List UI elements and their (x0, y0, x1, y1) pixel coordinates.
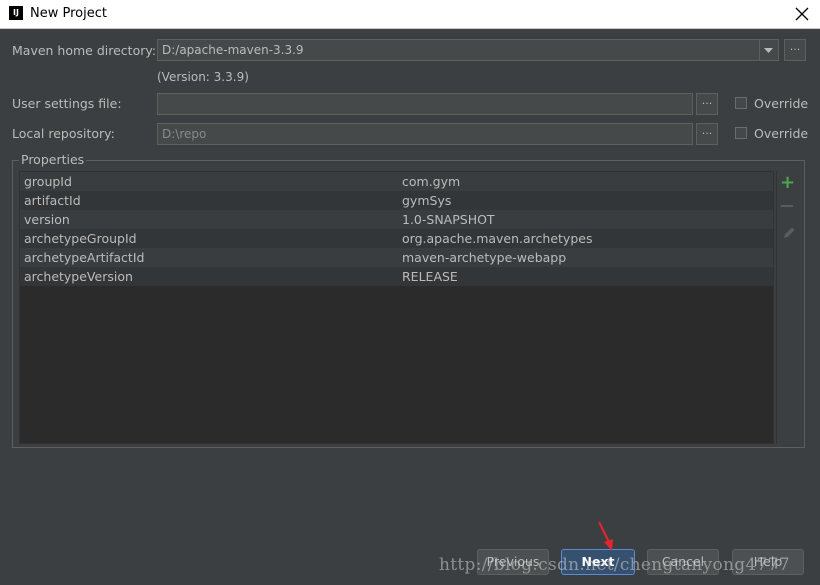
maven-home-browse-button[interactable]: ... (784, 39, 806, 61)
table-row[interactable]: archetypeGroupId org.apache.maven.archet… (20, 229, 773, 248)
local-repository-override-label: Override (754, 126, 809, 141)
user-settings-override-label: Override (754, 96, 809, 111)
local-repository-field[interactable]: D:\repo (157, 123, 693, 145)
property-value: RELEASE (402, 269, 458, 284)
local-repository-browse-button[interactable]: ... (696, 123, 718, 145)
window-title: New Project (30, 6, 107, 21)
user-settings-override-checkbox[interactable] (735, 97, 747, 109)
maven-home-label: Maven home directory: (12, 43, 157, 58)
user-settings-field[interactable] (157, 93, 693, 115)
table-row[interactable]: archetypeArtifactId maven-archetype-weba… (20, 248, 773, 267)
watermark-text: http://blog.csdn.net/chengtanyong4777 (439, 555, 790, 575)
title-bar: IJ New Project (0, 0, 820, 29)
property-key: archetypeGroupId (24, 231, 137, 246)
local-repository-label: Local repository: (12, 126, 115, 141)
property-key: artifactId (24, 193, 81, 208)
chevron-down-icon (764, 48, 773, 53)
table-row[interactable]: archetypeVersion RELEASE (20, 267, 773, 286)
properties-table[interactable]: groupId com.gym artifactId gymSys versio… (19, 171, 774, 444)
property-key: archetypeArtifactId (24, 250, 145, 265)
maven-version-text: (Version: 3.3.9) (157, 70, 249, 84)
user-settings-label: User settings file: (12, 96, 122, 111)
maven-home-combo[interactable]: D:/apache-maven-3.3.9 (157, 39, 760, 61)
local-repository-override-checkbox[interactable] (735, 127, 747, 139)
user-settings-browse-button[interactable]: ... (696, 93, 718, 115)
table-row[interactable]: version 1.0-SNAPSHOT (20, 210, 773, 229)
intellij-icon: IJ (9, 6, 23, 20)
properties-toolbar (776, 171, 802, 444)
table-row[interactable]: artifactId gymSys (20, 191, 773, 210)
property-key: archetypeVersion (24, 269, 133, 284)
property-value: com.gym (402, 174, 461, 189)
red-arrow-icon (598, 521, 613, 551)
add-icon[interactable]: + (780, 174, 795, 192)
table-row[interactable]: groupId com.gym (20, 172, 773, 191)
property-value: org.apache.maven.archetypes (402, 231, 593, 246)
property-value: 1.0-SNAPSHOT (402, 212, 495, 227)
maven-home-dropdown-button[interactable] (759, 39, 779, 61)
property-key: version (24, 212, 70, 227)
properties-title: Properties (19, 152, 87, 167)
property-value: gymSys (402, 193, 452, 208)
property-key: groupId (24, 174, 72, 189)
remove-icon[interactable] (781, 205, 793, 207)
pencil-icon[interactable] (781, 225, 797, 241)
property-value: maven-archetype-webapp (402, 250, 567, 265)
close-icon[interactable] (792, 4, 812, 24)
